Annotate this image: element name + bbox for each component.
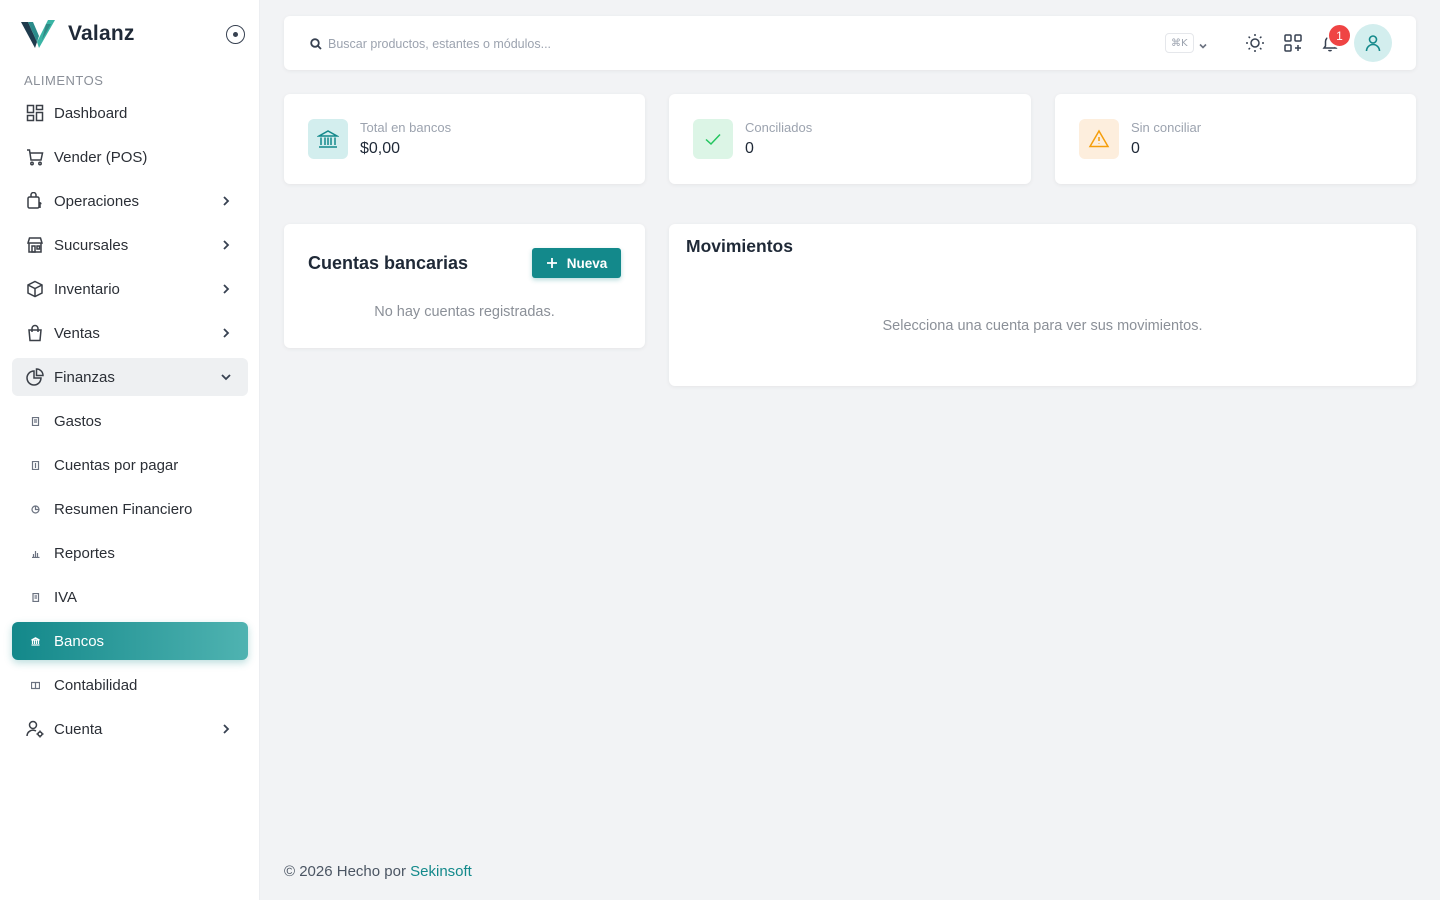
stat-label: Sin conciliar	[1131, 120, 1202, 135]
sidebar-item-label: Gastos	[54, 412, 102, 430]
sidebar-item-dashboard[interactable]: Dashboard	[12, 94, 248, 132]
stat-value: 0	[745, 140, 754, 157]
search-input[interactable]	[328, 34, 888, 54]
footer: © 2026 Hecho por Sekinsoft	[284, 863, 472, 880]
new-account-button[interactable]: Nueva	[532, 248, 621, 278]
panel-title: Movimientos	[686, 236, 793, 256]
notification-badge: 1	[1327, 23, 1352, 48]
warning-icon	[1079, 119, 1119, 159]
topbar: ⌘K 1	[284, 16, 1416, 70]
sidebar-item-gastos[interactable]: Gastos	[12, 402, 248, 440]
sidebar-item-finanzas[interactable]: Finanzas	[12, 358, 248, 396]
chevron-down-icon[interactable]	[1198, 38, 1208, 49]
chevron-right-icon	[220, 238, 232, 250]
empty-accounts-message: No hay cuentas registradas.	[374, 304, 555, 320]
box-icon	[26, 280, 44, 298]
sidebar-item-label: Cuenta	[54, 720, 103, 738]
bank-icon	[308, 119, 348, 159]
sidebar-item-cuentas-por-pagar[interactable]: Cuentas por pagar	[12, 446, 248, 484]
sidebar-item-contabilidad[interactable]: Contabilidad	[12, 666, 248, 704]
panel-title: Cuentas bancarias	[308, 253, 469, 273]
user-icon	[1365, 35, 1381, 52]
summary-icon	[26, 500, 44, 518]
sidebar-item-reportes[interactable]: Reportes	[12, 534, 248, 572]
sidebar-item-label: Resumen Financiero	[54, 500, 193, 518]
sidebar-item-label: Ventas	[54, 324, 100, 342]
receipt-icon	[26, 588, 44, 606]
sidebar-item-label: Finanzas	[54, 368, 115, 386]
bar-chart-icon	[26, 544, 44, 562]
dashboard-icon	[26, 104, 44, 122]
shortcut-hint: ⌘K	[1165, 33, 1194, 53]
sidebar-item-inventario[interactable]: Inventario	[12, 270, 248, 308]
sidebar-item-cuenta[interactable]: Cuenta	[12, 710, 248, 748]
chevron-right-icon	[220, 194, 232, 206]
pie-chart-icon	[26, 368, 44, 386]
chevron-right-icon	[220, 282, 232, 294]
sidebar-item-label: Sucursales	[54, 236, 129, 254]
sidebar-item-label: Reportes	[54, 544, 115, 562]
sidebar-item-resumen-financiero[interactable]: Resumen Financiero	[12, 490, 248, 528]
sidebar-item-label: IVA	[54, 588, 78, 606]
valanz-logo-icon	[21, 20, 55, 48]
sidebar-item-label: Inventario	[54, 280, 120, 298]
stat-label: Total en bancos	[360, 120, 452, 135]
operations-icon	[26, 192, 44, 210]
brand-name: Valanz	[68, 22, 135, 45]
sidebar-item-label: Contabilidad	[54, 676, 138, 694]
chevron-right-icon	[220, 326, 232, 338]
stat-label: Conciliados	[745, 120, 813, 135]
user-settings-icon	[26, 720, 44, 738]
stat-conciliados: Conciliados 0	[669, 94, 1031, 184]
bag-icon	[26, 324, 44, 342]
brand[interactable]: Valanz	[20, 17, 135, 51]
sidebar-section-label: ALIMENTOS	[24, 73, 104, 88]
new-account-button-label: Nueva	[566, 255, 608, 271]
sidebar-item-operaciones[interactable]: Operaciones	[12, 182, 248, 220]
footer-text: © 2026 Hecho por	[284, 863, 411, 880]
sidebar: Valanz ALIMENTOS Dashboard Vender (POS) …	[0, 0, 260, 900]
sidebar-item-ventas[interactable]: Ventas	[12, 314, 248, 352]
plus-icon	[546, 258, 557, 268]
sidebar-item-vender-pos[interactable]: Vender (POS)	[12, 138, 248, 176]
ledger-icon	[26, 676, 44, 694]
sidebar-item-label: Bancos	[54, 632, 105, 650]
chevron-down-icon	[220, 370, 232, 382]
cart-icon	[26, 148, 44, 166]
bank-accounts-panel: Cuentas bancarias Nueva No hay cuentas r…	[284, 224, 645, 348]
avatar[interactable]	[1354, 24, 1392, 62]
footer-link[interactable]: Sekinsoft	[410, 863, 472, 880]
chevron-right-icon	[220, 722, 232, 734]
sidebar-item-sucursales[interactable]: Sucursales	[12, 226, 248, 264]
stat-total-bancos: Total en bancos $0,00	[284, 94, 645, 184]
empty-movements-message: Selecciona una cuenta para ver sus movim…	[882, 318, 1203, 334]
stat-value: $0,00	[360, 140, 401, 157]
search-icon	[310, 37, 322, 50]
sidebar-item-label: Dashboard	[54, 104, 128, 122]
sidebar-item-bancos[interactable]: Bancos	[12, 622, 248, 660]
stat-sin-conciliar: Sin conciliar 0	[1055, 94, 1416, 184]
stat-value: 0	[1131, 140, 1140, 157]
movements-panel: Movimientos Selecciona una cuenta para v…	[669, 224, 1416, 386]
sun-icon[interactable]	[1244, 32, 1266, 54]
sidebar-nav: Dashboard Vender (POS) Operaciones Sucur…	[12, 94, 248, 754]
sidebar-item-label: Vender (POS)	[54, 148, 148, 166]
expense-icon	[26, 412, 44, 430]
bank-icon	[26, 632, 44, 650]
sidebar-item-label: Cuentas por pagar	[54, 456, 179, 474]
sidebar-toggle-icon[interactable]	[226, 25, 245, 44]
sidebar-item-iva[interactable]: IVA	[12, 578, 248, 616]
store-icon	[26, 236, 44, 254]
apps-icon[interactable]	[1282, 32, 1304, 54]
sidebar-item-label: Operaciones	[54, 192, 140, 210]
invoice-icon	[26, 456, 44, 474]
check-icon	[693, 119, 733, 159]
